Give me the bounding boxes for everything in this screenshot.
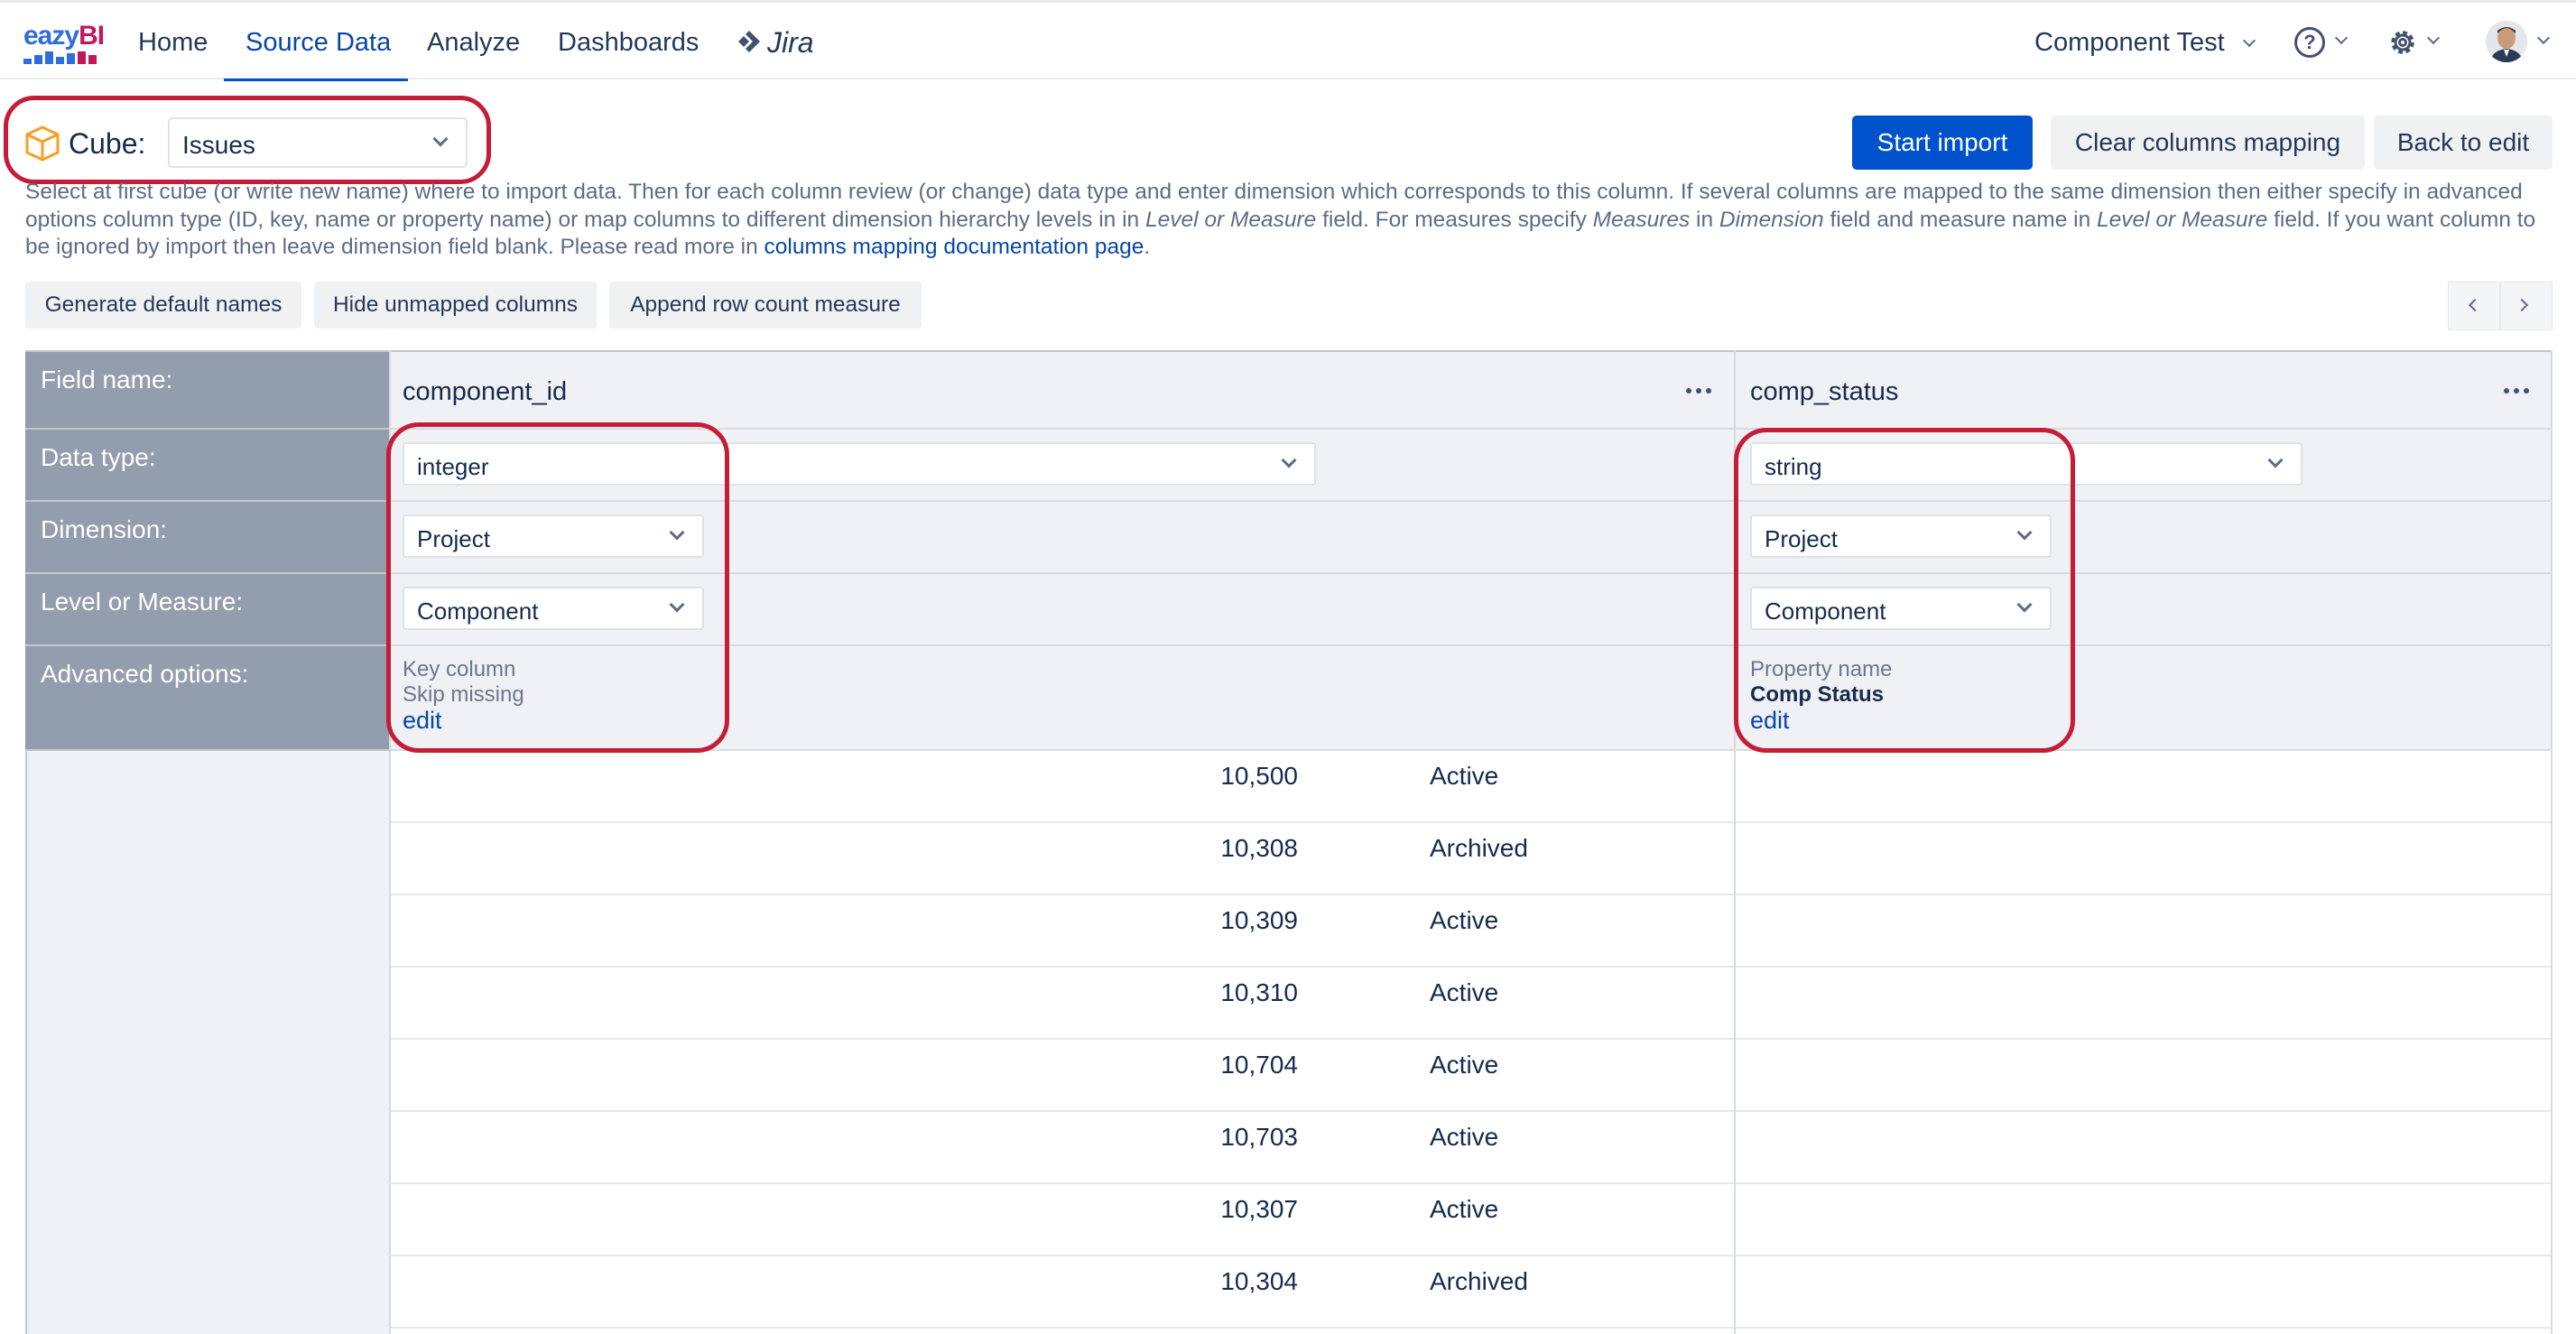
help-icon[interactable]: ?: [2294, 27, 2325, 58]
clear-columns-mapping-button[interactable]: Clear columns mapping: [2051, 116, 2365, 170]
chevron-down-icon: [2267, 452, 2284, 468]
gear-icon[interactable]: [2386, 25, 2420, 60]
jira-icon[interactable]: [736, 28, 763, 55]
field-name-component-id: component_id: [403, 377, 568, 406]
highlight-annotation: [386, 422, 729, 753]
cell-component-id: 10,308: [1220, 834, 1298, 862]
cell-comp-status: Active: [1430, 906, 1499, 934]
label-field-name: Field name:: [25, 350, 389, 430]
cell-component-id: 10,309: [1220, 906, 1298, 934]
nav-jira[interactable]: Jira: [767, 26, 814, 60]
nav-dashboards[interactable]: Dashboards: [558, 28, 699, 58]
hide-unmapped-columns-button[interactable]: Hide unmapped columns: [314, 282, 597, 329]
nav-home[interactable]: Home: [138, 28, 208, 58]
cell-component-id: 10,310: [1220, 978, 1298, 1006]
prev-columns-button[interactable]: [2448, 282, 2500, 330]
cell-comp-status: Archived: [1430, 834, 1528, 862]
cell-comp-status: Active: [1430, 1195, 1499, 1223]
cell-comp-status: Archived: [1430, 1267, 1528, 1295]
account-name: Component Test: [2034, 28, 2225, 57]
column-divider: [2551, 350, 2553, 1334]
chevron-down-icon: [1281, 452, 1297, 468]
cell-comp-status: Active: [1430, 1051, 1499, 1079]
cell-component-id: 10,704: [1220, 1051, 1298, 1079]
more-options-icon[interactable]: [2504, 388, 2531, 395]
label-data-type: Data type:: [25, 430, 389, 502]
label-dimension: Dimension:: [25, 502, 389, 574]
highlight-annotation: [1734, 428, 2075, 753]
chevron-right-icon: [2515, 298, 2529, 312]
cell-comp-status: Active: [1430, 978, 1499, 1006]
chevron-down-icon[interactable]: [2536, 31, 2551, 45]
back-to-edit-button[interactable]: Back to edit: [2374, 116, 2553, 170]
avatar[interactable]: [2486, 21, 2527, 62]
cell-comp-status: Active: [1430, 762, 1499, 790]
columns-mapping-doc-link[interactable]: columns mapping documentation page: [764, 235, 1144, 259]
chevron-left-icon: [2468, 298, 2482, 312]
cube-select[interactable]: Issues: [168, 117, 468, 168]
chevron-down-icon[interactable]: [2334, 31, 2349, 45]
label-level-or-measure: Level or Measure:: [25, 574, 389, 646]
cube-icon: [25, 125, 60, 162]
import-instructions: Select at first cube (or write new name)…: [25, 180, 2536, 259]
logo-bars: [23, 51, 97, 64]
generate-default-names-button[interactable]: Generate default names: [25, 282, 301, 329]
cube-select-value: Issues: [182, 131, 255, 159]
more-options-icon[interactable]: [1686, 388, 1713, 395]
cell-component-id: 10,500: [1220, 762, 1298, 790]
field-name-comp-status: comp_status: [1750, 377, 1899, 406]
active-tab-indicator: [224, 79, 408, 81]
label-advanced-options: Advanced options:: [25, 646, 389, 751]
account-menu[interactable]: Component Test: [2034, 28, 2256, 58]
cell-component-id: 10,703: [1220, 1123, 1298, 1151]
start-import-button[interactable]: Start import: [1852, 116, 2033, 170]
nav-source-data[interactable]: Source Data: [246, 28, 391, 58]
chevron-down-icon: [432, 131, 449, 147]
logo-text: eazyBI: [23, 21, 105, 51]
header-row-field-name: [389, 350, 2553, 430]
eazybi-logo[interactable]: eazyBI: [23, 21, 107, 64]
chevron-down-icon[interactable]: [2426, 31, 2441, 45]
nav-analyze[interactable]: Analyze: [427, 28, 520, 58]
cell-component-id: 10,307: [1220, 1195, 1298, 1223]
next-columns-button[interactable]: [2500, 282, 2553, 330]
append-row-count-measure-button[interactable]: Append row count measure: [609, 282, 922, 329]
chevron-down-icon: [2242, 33, 2256, 48]
top-navigation: eazyBI Home Source Data Analyze Dashboar…: [0, 0, 2576, 81]
cell-component-id: 10,304: [1220, 1267, 1298, 1295]
cell-comp-status: Active: [1430, 1123, 1499, 1151]
cube-label: Cube:: [69, 127, 146, 160]
